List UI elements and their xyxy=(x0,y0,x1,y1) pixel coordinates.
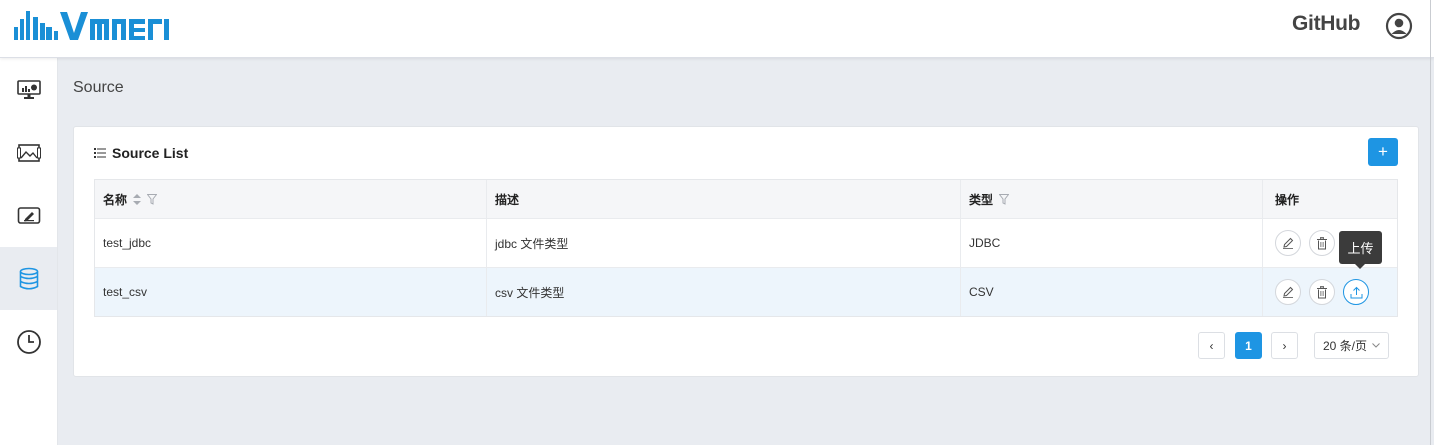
trash-icon xyxy=(1317,285,1327,298)
sidebar xyxy=(0,58,58,445)
table-row[interactable]: test_jdbc jdbc 文件类型 JDBC xyxy=(95,219,1397,268)
filter-icon[interactable] xyxy=(147,193,158,205)
card-header: Source List xyxy=(94,145,188,161)
table-header-row: 名称 描述 类型 操作 xyxy=(95,180,1397,219)
edit-board-icon xyxy=(17,206,40,224)
delete-button[interactable] xyxy=(1309,279,1335,305)
cell-type: CSV xyxy=(961,268,1263,316)
prev-page-button[interactable]: ‹ xyxy=(1198,332,1225,359)
cell-name: test_jdbc xyxy=(95,219,487,267)
list-icon xyxy=(94,148,106,158)
edit-button[interactable] xyxy=(1275,279,1301,305)
clock-icon xyxy=(16,329,41,354)
davinci-logo[interactable] xyxy=(12,9,172,43)
sort-icon[interactable] xyxy=(133,193,142,205)
cell-description: jdbc 文件类型 xyxy=(487,219,961,267)
user-icon[interactable] xyxy=(1385,12,1413,40)
dashboard-icon xyxy=(16,79,41,99)
sidebar-item-source[interactable] xyxy=(0,247,57,310)
pencil-icon xyxy=(1283,286,1294,298)
sidebar-item-schedule[interactable] xyxy=(0,310,57,373)
cell-type: JDBC xyxy=(961,219,1263,267)
cell-name: test_csv xyxy=(95,268,487,316)
github-link[interactable]: GitHub xyxy=(1292,12,1360,36)
chevron-down-icon xyxy=(1372,343,1380,348)
column-header-actions: 操作 xyxy=(1275,192,1300,207)
column-header-type: 类型 xyxy=(961,180,1263,218)
source-list-card: Source List + 名称 描述 类型 操作 test_jdbc jdbc… xyxy=(73,126,1419,377)
image-frame-icon xyxy=(16,143,41,162)
database-icon xyxy=(19,267,38,290)
upload-icon xyxy=(1350,286,1362,298)
table-row[interactable]: test_csv csv 文件类型 CSV xyxy=(95,268,1397,316)
page-1-button[interactable]: 1 xyxy=(1235,332,1262,359)
upload-tooltip: 上传 xyxy=(1339,231,1382,269)
add-source-button[interactable]: + xyxy=(1368,138,1398,166)
window-edge xyxy=(1430,0,1431,445)
column-header-name: 名称 xyxy=(95,180,487,218)
source-table: 名称 描述 类型 操作 test_jdbc jdbc 文件类型 JDBC tes… xyxy=(94,179,1398,317)
delete-button[interactable] xyxy=(1309,230,1335,256)
filter-icon[interactable] xyxy=(999,193,1010,205)
cell-description: csv 文件类型 xyxy=(487,268,961,316)
card-title: Source List xyxy=(112,145,189,161)
cell-actions xyxy=(1263,268,1397,316)
edit-button[interactable] xyxy=(1275,230,1301,256)
next-page-button[interactable]: › xyxy=(1271,332,1298,359)
trash-icon xyxy=(1317,236,1327,249)
pencil-icon xyxy=(1283,237,1294,249)
page-size-select[interactable]: 20 条/页 xyxy=(1314,332,1389,359)
top-header: GitHub xyxy=(0,0,1434,58)
sidebar-item-dashboard[interactable] xyxy=(0,58,57,121)
column-header-description: 描述 xyxy=(487,180,961,218)
page-size-value: 20 条/页 xyxy=(1323,339,1368,353)
sidebar-item-widgets[interactable] xyxy=(0,121,57,184)
page-title: Source xyxy=(73,79,124,96)
upload-button[interactable] xyxy=(1343,279,1369,305)
sidebar-item-bizlogic[interactable] xyxy=(0,184,57,247)
